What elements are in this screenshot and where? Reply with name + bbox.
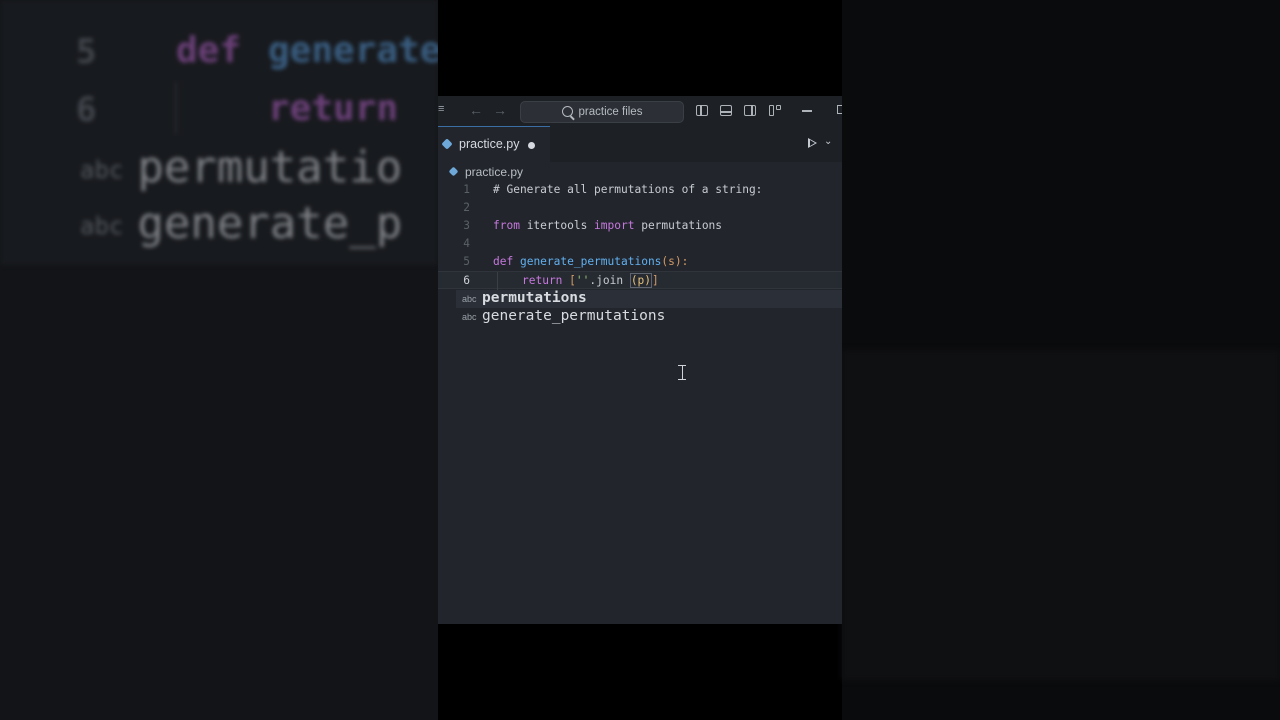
code-line: 3 from itertools import permutations [438, 217, 842, 235]
background-zoom-left: 5 6 def generate return abc permutatio ab… [0, 0, 438, 720]
module-name: itertools [519, 219, 595, 232]
python-file-icon [441, 138, 453, 150]
function-name: generate_permutations [519, 255, 662, 268]
zoom-def-keyword: def [176, 30, 242, 71]
text-cursor-icon [678, 365, 686, 380]
indent-guide [497, 272, 498, 290]
search-icon [561, 105, 573, 117]
code-text: from itertools import permutations [493, 219, 722, 232]
line-number: 6 [463, 274, 470, 287]
zoom-abc-icon: abc [80, 156, 124, 184]
zoom-suggestion-1: abc permutatio [80, 142, 402, 193]
zoom-abc-icon: abc [80, 212, 124, 240]
zoom-suggestion-2: abc generate_p [80, 198, 402, 249]
suggestion-item[interactable]: abc generate_permutations [456, 308, 842, 326]
keyword-def: def [493, 255, 514, 268]
code-line: 5 def generate_permutations(s): [438, 253, 842, 271]
imported-name: permutations [634, 219, 723, 232]
forward-arrow-icon[interactable]: → [493, 102, 507, 118]
zoom-function-name: generate [268, 30, 438, 71]
code-text: return [''.join (p)] [522, 273, 659, 288]
line-number: 3 [463, 219, 470, 232]
search-box[interactable]: practice files [520, 101, 684, 123]
maximize-icon[interactable] [837, 105, 842, 114]
minimize-icon[interactable] [802, 110, 812, 112]
code-line: 4 [438, 235, 842, 253]
call-argument: (p) [629, 273, 653, 288]
python-file-icon [448, 166, 459, 177]
zoom-suggestion-1-label: permutatio [137, 142, 403, 193]
unsaved-dot-icon[interactable] [528, 142, 535, 149]
line-number: 5 [463, 255, 470, 268]
breadcrumb: practice.py [438, 162, 842, 182]
code-line-active: 6 return [''.join (p)] [438, 271, 842, 290]
text-suggestion-icon: abc [462, 312, 477, 322]
zoomed-code: 5 6 def generate return abc permutatio ab… [0, 0, 438, 720]
suggestion-item[interactable]: abc permutations [456, 290, 842, 308]
zoom-indent-guide [175, 82, 177, 134]
tab-label: practice.py [459, 137, 520, 151]
tab-practice-py[interactable]: practice.py [438, 126, 550, 162]
zoom-line-number-5: 5 [76, 32, 97, 72]
string-literal: '' [575, 274, 590, 287]
code-editor[interactable]: 1 # Generate all permutations of a strin… [438, 181, 842, 624]
close-bracket: ] [652, 274, 659, 287]
comment-text: # Generate all permutations of a string: [493, 183, 763, 196]
suggestion-label: permutations [482, 290, 587, 306]
line-number: 1 [463, 183, 470, 196]
code-line: 2 [438, 199, 842, 217]
chevron-down-icon[interactable]: ⌄ [824, 136, 832, 147]
keyword-from: from [493, 219, 520, 232]
run-icon[interactable] [808, 138, 817, 148]
customize-layout-icon[interactable] [769, 105, 781, 116]
toggle-sidebar-icon[interactable] [696, 105, 708, 116]
join-call: .join [589, 274, 630, 287]
toggle-secondary-sidebar-icon[interactable] [744, 105, 756, 116]
tab-bar: practice.py ⌄ [438, 126, 842, 162]
line-number: 4 [463, 237, 470, 250]
open-bracket: [ [562, 274, 576, 287]
keyword-return: return [522, 274, 563, 287]
back-arrow-icon[interactable]: ← [469, 102, 483, 118]
zoom-line-number-6: 6 [76, 90, 97, 130]
code-line: 1 # Generate all permutations of a strin… [438, 181, 842, 199]
search-placeholder: practice files [578, 106, 643, 118]
toggle-panel-icon[interactable] [720, 105, 732, 116]
line-number: 2 [463, 201, 470, 214]
menu-icon[interactable]: ≡ [438, 103, 444, 115]
title-bar: ≡ ← → practice files [438, 96, 842, 126]
background-zoom-right [842, 0, 1280, 720]
zoom-suggestion-2-label: generate_p [137, 198, 403, 249]
editor-window: ≡ ← → practice files practice.py ⌄ pract… [438, 96, 842, 624]
function-params: (s): [661, 255, 689, 268]
breadcrumb-file[interactable]: practice.py [465, 165, 523, 179]
suggestion-label: generate_permutations [482, 308, 666, 324]
code-text: def generate_permutations(s): [493, 255, 688, 268]
zoom-return-keyword: return [268, 88, 399, 129]
text-suggestion-icon: abc [462, 294, 477, 304]
keyword-import: import [594, 219, 635, 232]
zoom-right-panel [842, 350, 1280, 680]
